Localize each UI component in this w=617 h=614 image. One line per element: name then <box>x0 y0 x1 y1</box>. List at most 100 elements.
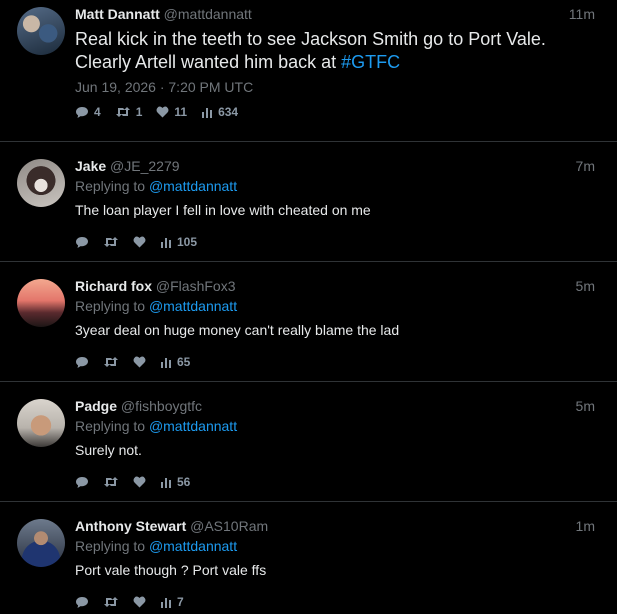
replying-prefix: Replying to <box>75 538 149 554</box>
retweet-icon <box>103 356 119 368</box>
tweet-time[interactable]: 7m <box>576 158 595 174</box>
views-icon <box>160 357 172 368</box>
like-button[interactable] <box>133 596 146 608</box>
mention-link[interactable]: @mattdannatt <box>149 178 237 194</box>
tweet-text: 3year deal on huge money can't really bl… <box>75 322 400 338</box>
replying-prefix: Replying to <box>75 418 149 434</box>
author-name[interactable]: Richard fox <box>75 278 152 294</box>
retweet-icon <box>103 236 119 248</box>
views-button[interactable]: 7 <box>160 595 184 609</box>
reply-button[interactable] <box>75 476 89 489</box>
tweet-text: Port vale though ? Port vale ffs <box>75 562 267 578</box>
replying-to: Replying to @mattdannatt <box>75 298 595 315</box>
tweet-actions: 4 1 11 634 <box>75 105 595 119</box>
reply-tweet[interactable]: Richard fox @FlashFox3 5m Replying to @m… <box>0 262 617 382</box>
views-count: 634 <box>218 105 239 119</box>
reply-tweet[interactable]: Padge @fishboygtfc 5m Replying to @mattd… <box>0 382 617 502</box>
retweet-button[interactable]: 1 <box>115 105 142 119</box>
retweet-button[interactable] <box>103 356 119 368</box>
tweet-actions: 7 <box>75 595 595 609</box>
retweet-button[interactable] <box>103 596 119 608</box>
tweet-actions: 105 <box>75 235 595 249</box>
like-button[interactable]: 11 <box>156 105 187 119</box>
tweet-time[interactable]: 11m <box>569 6 595 22</box>
comment-icon <box>75 236 89 249</box>
tweet-header: Matt Dannatt @mattdannatt <box>75 6 595 23</box>
replying-prefix: Replying to <box>75 178 149 194</box>
views-button[interactable]: 56 <box>160 475 190 489</box>
tweet-date[interactable]: Jun 19, 2026 · 7:20 PM UTC <box>75 79 595 96</box>
replying-to: Replying to @mattdannatt <box>75 538 595 555</box>
reply-button[interactable]: 4 <box>75 105 101 119</box>
views-button[interactable]: 105 <box>160 235 197 249</box>
comment-icon <box>75 356 89 369</box>
retweet-icon <box>103 476 119 488</box>
retweet-icon <box>115 106 131 118</box>
tweet-text: Surely not. <box>75 442 142 458</box>
tweet-actions: 56 <box>75 475 595 489</box>
reply-button[interactable] <box>75 596 89 609</box>
author-name[interactable]: Jake <box>75 158 106 174</box>
reply-button[interactable] <box>75 236 89 249</box>
tweet-content: Richard fox @FlashFox3 5m Replying to @m… <box>75 278 595 369</box>
reply-count: 4 <box>94 105 101 119</box>
hashtag-link[interactable]: #GTFC <box>341 52 400 72</box>
avatar[interactable] <box>17 519 65 567</box>
author-handle[interactable]: @FlashFox3 <box>156 278 236 294</box>
avatar[interactable] <box>17 159 65 207</box>
tweet-time[interactable]: 5m <box>576 278 595 294</box>
views-icon <box>160 597 172 608</box>
retweet-icon <box>103 596 119 608</box>
heart-icon <box>133 356 146 368</box>
mention-link[interactable]: @mattdannatt <box>149 298 237 314</box>
reply-tweet[interactable]: Jake @JE_2279 7m Replying to @mattdannat… <box>0 142 617 262</box>
like-button[interactable] <box>133 236 146 248</box>
author-handle[interactable]: @AS10Ram <box>190 518 268 534</box>
views-icon <box>201 107 213 118</box>
tweet-text-body: Real kick in the teeth to see Jackson Sm… <box>75 29 546 72</box>
views-count: 7 <box>177 595 184 609</box>
tweet-text: Real kick in the teeth to see Jackson Sm… <box>75 28 595 74</box>
tweet-header: Anthony Stewart @AS10Ram <box>75 518 595 535</box>
reply-tweet[interactable]: Anthony Stewart @AS10Ram 1m Replying to … <box>0 502 617 609</box>
views-button[interactable]: 65 <box>160 355 190 369</box>
comment-icon <box>75 596 89 609</box>
heart-icon <box>133 596 146 608</box>
replying-prefix: Replying to <box>75 298 149 314</box>
reply-button[interactable] <box>75 356 89 369</box>
replying-to: Replying to @mattdannatt <box>75 418 595 435</box>
heart-icon <box>133 236 146 248</box>
views-count: 65 <box>177 355 191 369</box>
tweet-time[interactable]: 5m <box>576 398 595 414</box>
views-icon <box>160 477 172 488</box>
main-tweet[interactable]: Matt Dannatt @mattdannatt 11m Real kick … <box>0 0 617 142</box>
mention-link[interactable]: @mattdannatt <box>149 538 237 554</box>
avatar[interactable] <box>17 399 65 447</box>
comment-icon <box>75 106 89 119</box>
avatar[interactable] <box>17 7 65 55</box>
tweet-time[interactable]: 1m <box>576 518 595 534</box>
like-button[interactable] <box>133 476 146 488</box>
author-handle[interactable]: @JE_2279 <box>110 158 179 174</box>
views-count: 105 <box>177 235 198 249</box>
tweet-header: Padge @fishboygtfc <box>75 398 595 415</box>
avatar[interactable] <box>17 279 65 327</box>
replying-to: Replying to @mattdannatt <box>75 178 595 195</box>
tweet-content: Padge @fishboygtfc 5m Replying to @mattd… <box>75 398 595 489</box>
author-name[interactable]: Matt Dannatt <box>75 6 160 22</box>
author-handle[interactable]: @mattdannatt <box>164 6 252 22</box>
comment-icon <box>75 476 89 489</box>
tweet-header: Richard fox @FlashFox3 <box>75 278 595 295</box>
views-button[interactable]: 634 <box>201 105 238 119</box>
mention-link[interactable]: @mattdannatt <box>149 418 237 434</box>
retweet-button[interactable] <box>103 236 119 248</box>
views-count: 56 <box>177 475 191 489</box>
author-handle[interactable]: @fishboygtfc <box>121 398 202 414</box>
heart-icon <box>133 476 146 488</box>
author-name[interactable]: Padge <box>75 398 117 414</box>
retweet-button[interactable] <box>103 476 119 488</box>
tweet-actions: 65 <box>75 355 595 369</box>
author-name[interactable]: Anthony Stewart <box>75 518 186 534</box>
views-icon <box>160 237 172 248</box>
like-button[interactable] <box>133 356 146 368</box>
